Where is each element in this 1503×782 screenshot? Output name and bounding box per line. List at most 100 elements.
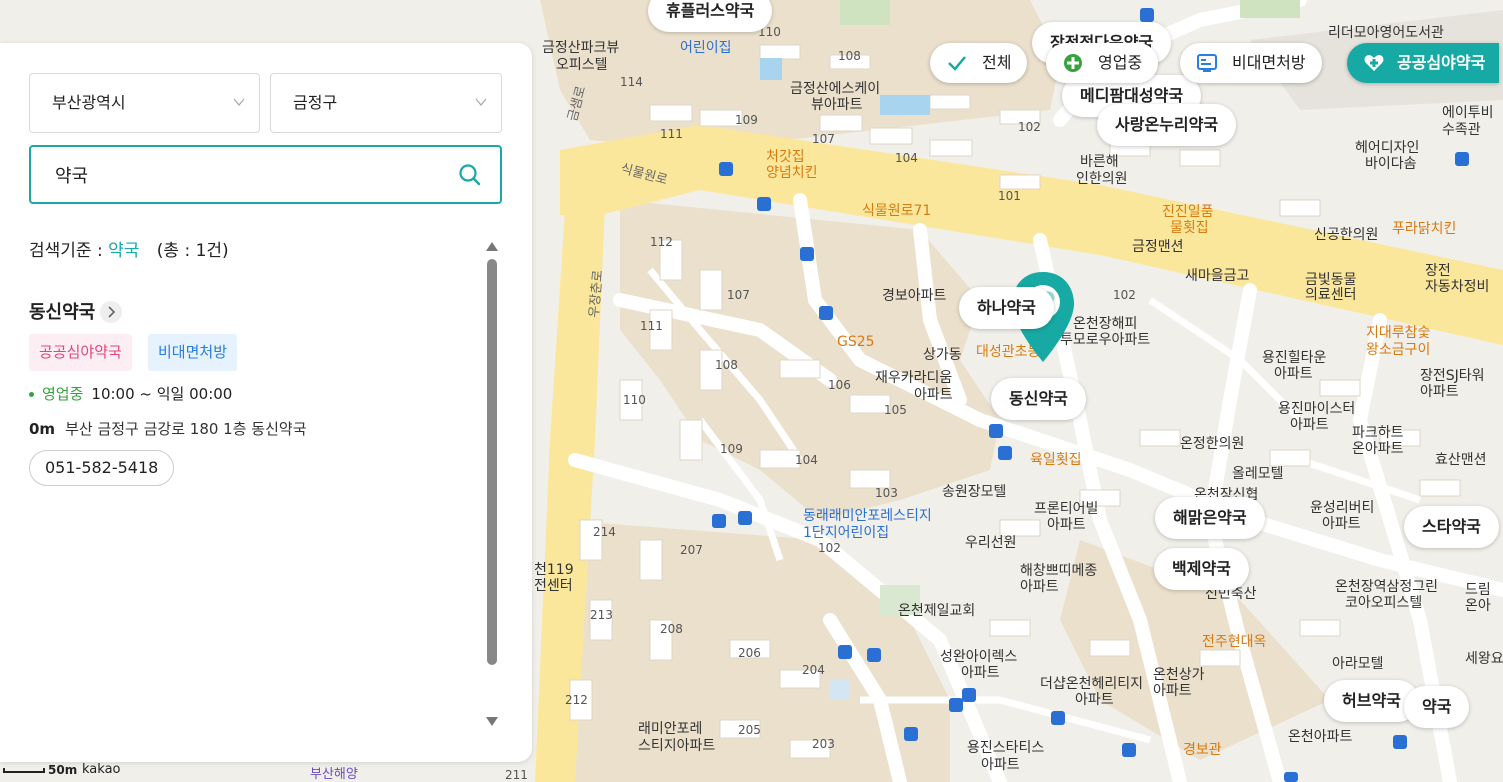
- district-select-value: 금정구: [293, 93, 338, 112]
- map-pharmacy-label[interactable]: 하나약국: [959, 287, 1054, 329]
- svg-text:온천장해피: 온천장해피: [1073, 316, 1137, 332]
- map-pharmacy-label-selected[interactable]: 동신약국: [991, 378, 1086, 420]
- svg-text:신공한의원: 신공한의원: [1314, 227, 1378, 243]
- svg-text:102: 102: [818, 541, 841, 555]
- svg-text:아파트: 아파트: [1322, 516, 1361, 532]
- svg-text:108: 108: [838, 49, 861, 63]
- svg-text:양념치킨: 양념치킨: [766, 165, 818, 181]
- svg-text:용진마이스터: 용진마이스터: [1278, 401, 1355, 417]
- kakao-logo: kakao: [82, 762, 121, 777]
- svg-text:아라모텔: 아라모텔: [1332, 656, 1384, 672]
- search-icon[interactable]: [458, 163, 482, 187]
- status-dot-icon: [29, 392, 34, 397]
- svg-text:장전: 장전: [1425, 263, 1451, 279]
- chevron-right-icon[interactable]: [100, 301, 122, 323]
- svg-text:장전SJ타워: 장전SJ타워: [1420, 368, 1485, 384]
- result-pharmacy-name[interactable]: 동신약국: [29, 298, 95, 324]
- svg-text:드림: 드림: [1465, 582, 1491, 598]
- map-pharmacy-label[interactable]: 약국: [1404, 686, 1470, 728]
- map-pharmacy-label[interactable]: 백제약국: [1154, 548, 1249, 590]
- criteria-keyword: 약국: [108, 241, 140, 261]
- filter-remote-label: 비대면처방: [1232, 53, 1306, 72]
- svg-text:114: 114: [620, 75, 643, 89]
- svg-text:수족관: 수족관: [1442, 122, 1481, 138]
- svg-text:더샵온천헤리티지: 더샵온천헤리티지: [1040, 676, 1143, 692]
- svg-text:214: 214: [593, 525, 616, 539]
- business-hours: 10:00 ~ 익일 00:00: [91, 385, 233, 403]
- svg-text:아파트: 아파트: [1153, 683, 1192, 699]
- search-box: [29, 145, 502, 204]
- svg-text:아파트: 아파트: [1075, 692, 1114, 708]
- map-pharmacy-label[interactable]: 스타약국: [1404, 506, 1499, 548]
- svg-text:바른해: 바른해: [1080, 154, 1119, 170]
- svg-text:천119: 천119: [534, 562, 574, 578]
- check-icon: [948, 56, 966, 71]
- region-select-value: 부산광역시: [52, 93, 126, 112]
- svg-text:어린이집: 어린이집: [680, 40, 732, 56]
- svg-text:해창쁘띠메종: 해창쁘띠메종: [1020, 563, 1097, 579]
- district-select[interactable]: 금정구: [270, 73, 502, 133]
- svg-text:왕소금구이: 왕소금구이: [1366, 342, 1430, 358]
- svg-text:용진스타티스: 용진스타티스: [967, 740, 1044, 756]
- svg-text:금빛동물: 금빛동물: [1305, 272, 1357, 288]
- map-pharmacy-label[interactable]: 휴플러스약국: [648, 0, 773, 32]
- svg-text:아파트: 아파트: [1047, 517, 1086, 533]
- filter-all-button[interactable]: 전체: [930, 43, 1028, 83]
- filter-open-button[interactable]: 영업중: [1046, 43, 1159, 83]
- svg-text:지대루참숯: 지대루참숯: [1366, 325, 1431, 341]
- region-select[interactable]: 부산광역시: [29, 73, 260, 133]
- svg-text:동래래미안포레스티지: 동래래미안포레스티지: [803, 508, 932, 524]
- svg-text:물횟집: 물횟집: [1170, 220, 1209, 236]
- distance: 0m: [29, 420, 56, 438]
- svg-text:육일횟집: 육일횟집: [1030, 452, 1082, 468]
- svg-text:온아파트: 온아파트: [1352, 441, 1404, 457]
- svg-text:아파트: 아파트: [1020, 579, 1059, 595]
- svg-text:온천장역삼정그린: 온천장역삼정그린: [1335, 579, 1438, 595]
- svg-text:112: 112: [650, 235, 673, 249]
- svg-text:금정산파크뷰: 금정산파크뷰: [542, 40, 619, 56]
- svg-text:금정맨션: 금정맨션: [1132, 239, 1184, 255]
- search-input[interactable]: [55, 162, 435, 188]
- svg-text:식물원로71: 식물원로71: [862, 203, 931, 219]
- svg-text:새마을금고: 새마을금고: [1185, 268, 1250, 284]
- svg-text:용진힐타운: 용진힐타운: [1262, 350, 1327, 366]
- svg-text:의료센터: 의료센터: [1305, 287, 1357, 303]
- svg-text:푸라닭치킨: 푸라닭치킨: [1392, 221, 1456, 237]
- map-pharmacy-label[interactable]: 해맑은약국: [1155, 497, 1265, 539]
- heart-pharmacy-icon: [1364, 55, 1384, 71]
- svg-text:투모로우아파트: 투모로우아파트: [1060, 332, 1150, 348]
- svg-text:104: 104: [895, 151, 918, 165]
- svg-text:리더모아영어도서관: 리더모아영어도서관: [1328, 25, 1444, 41]
- svg-text:아파트: 아파트: [961, 665, 1000, 681]
- filter-night-pharmacy-button[interactable]: 공공심야약국: [1347, 43, 1500, 83]
- search-criteria: 검색기준 : 약국 (총 : 1건): [29, 236, 229, 261]
- filter-remote-button[interactable]: 비대면처방: [1180, 43, 1322, 83]
- svg-text:206: 206: [738, 646, 761, 660]
- svg-text:205: 205: [738, 723, 761, 737]
- svg-text:헤어디자인: 헤어디자인: [1355, 140, 1419, 156]
- svg-text:아파트: 아파트: [914, 387, 953, 403]
- scroll-up-arrow-icon[interactable]: [485, 240, 499, 252]
- map-pharmacy-label[interactable]: 사랑온누리약국: [1097, 104, 1237, 146]
- tag-remote-prescription: 비대면처방: [148, 334, 238, 371]
- svg-text:송원장모텔: 송원장모텔: [942, 484, 1006, 500]
- criteria-total: (총 : 1건): [156, 241, 229, 261]
- svg-text:아파트: 아파트: [981, 757, 1020, 773]
- svg-text:바이다솜: 바이다솜: [1365, 156, 1417, 172]
- filter-night-pharmacy-label: 공공심야약국: [1397, 53, 1486, 72]
- phone-button[interactable]: 051-582-5418: [29, 450, 175, 486]
- svg-text:아파트: 아파트: [1274, 366, 1313, 382]
- svg-text:1단지어린이집: 1단지어린이집: [803, 525, 889, 541]
- criteria-prefix: 검색기준 :: [29, 241, 103, 261]
- svg-text:208: 208: [660, 622, 683, 636]
- business-status: 영업중 10:00 ~ 익일 00:00: [29, 383, 232, 404]
- svg-text:온천상가: 온천상가: [1153, 667, 1205, 683]
- svg-text:세왕요양병: 세왕요양병: [1465, 651, 1503, 667]
- results-scrollbar[interactable]: [487, 259, 497, 665]
- search-panel: 부산광역시 금정구 검색기준 : 약국 (총 : 1건) 동신약국 공공심야약국…: [0, 43, 532, 762]
- svg-text:213: 213: [590, 608, 613, 622]
- svg-text:파크하트: 파크하트: [1352, 425, 1404, 441]
- svg-text:성완아이렉스: 성완아이렉스: [940, 649, 1017, 665]
- svg-text:108: 108: [715, 358, 738, 372]
- scroll-down-arrow-icon[interactable]: [485, 716, 499, 728]
